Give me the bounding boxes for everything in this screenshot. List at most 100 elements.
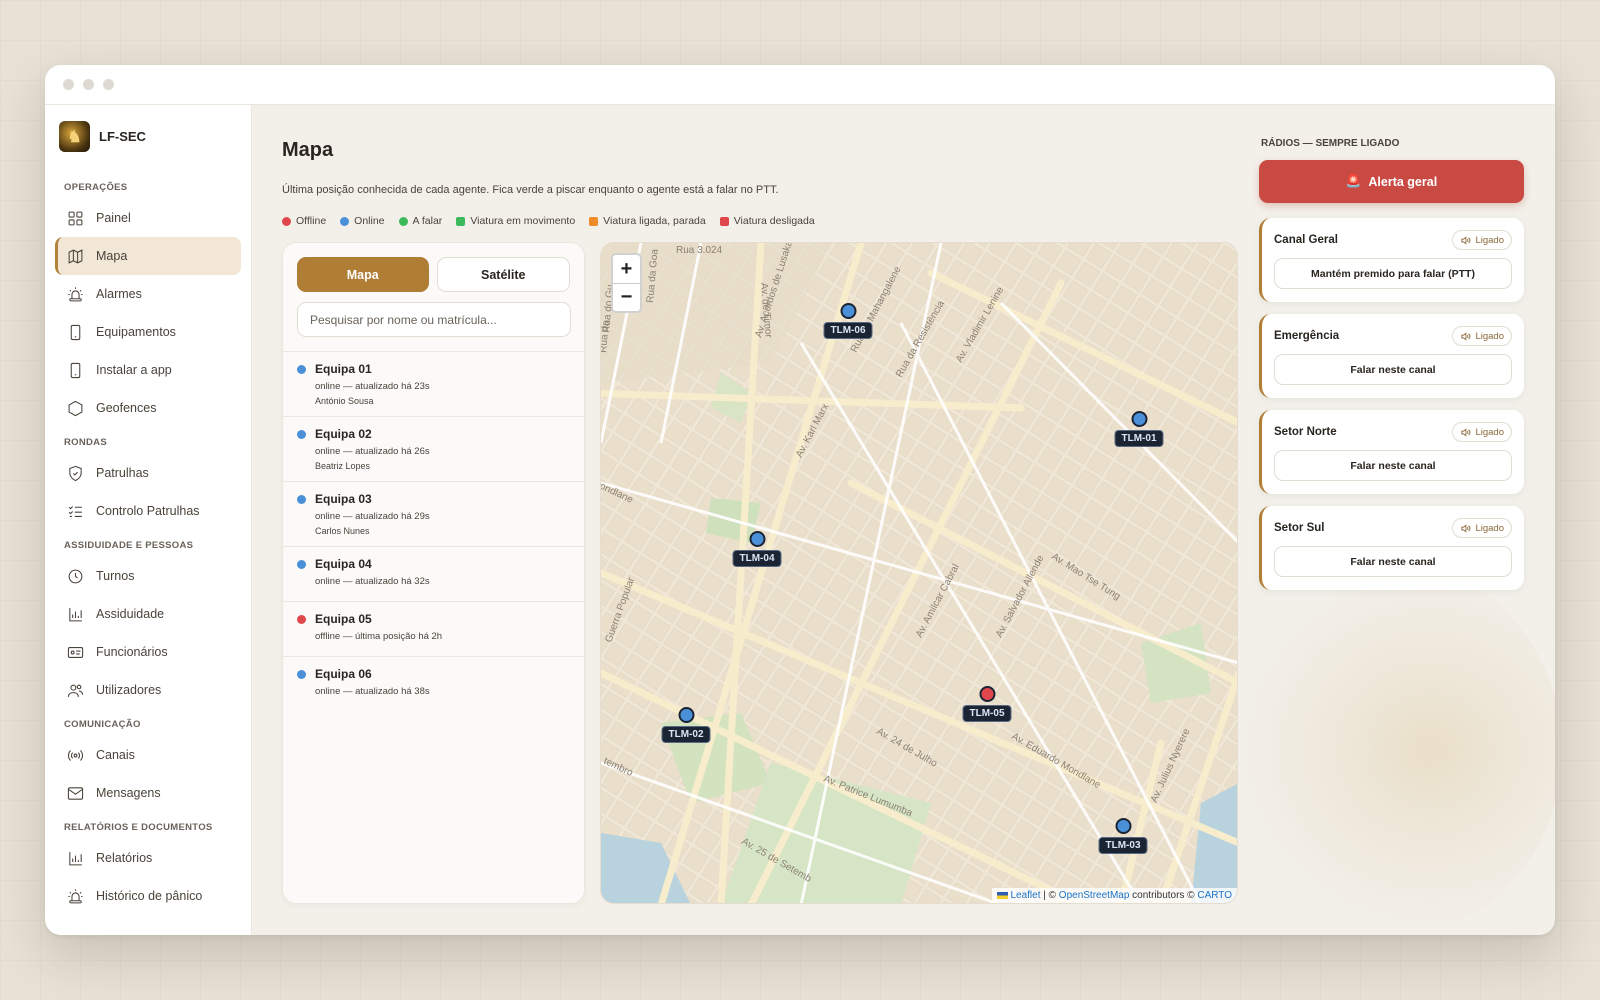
- sidebar-item-turnos[interactable]: Turnos: [55, 557, 241, 595]
- sidebar-item-patrulhas[interactable]: Patrulhas: [55, 454, 241, 492]
- channel-status-badge[interactable]: Ligado: [1452, 230, 1512, 250]
- legend-label: Viatura em movimento: [470, 215, 576, 227]
- team-list-item[interactable]: Equipa 03 online — atualizado há 29s Carlo…: [283, 481, 584, 546]
- legend-swatch: [340, 216, 350, 226]
- sidebar-item-assiduidade[interactable]: Assiduidade: [55, 595, 241, 633]
- sidebar-item-label: Mensagens: [96, 786, 161, 800]
- legend-item: Offline: [282, 215, 326, 227]
- marker-pin-icon: [979, 686, 995, 702]
- team-status: online — atualizado há 29s: [315, 511, 430, 522]
- legend-item: Online: [340, 215, 385, 227]
- mail-icon: [67, 786, 84, 800]
- talk-channel-button[interactable]: Falar neste canal: [1274, 546, 1512, 577]
- map-marker[interactable]: TLM-03: [1098, 818, 1148, 854]
- map-marker[interactable]: TLM-01: [1114, 411, 1164, 447]
- shield-icon: [69, 465, 82, 481]
- main-content: Mapa Última posição conhecida de cada ag…: [252, 105, 1555, 935]
- radio-channel-card: Emergência Ligado Falar neste canal: [1259, 314, 1524, 398]
- window-minimize-dot[interactable]: [83, 79, 94, 90]
- team-person: Beatriz Lopes: [315, 461, 371, 471]
- leaflet-link[interactable]: Leaflet: [1010, 890, 1040, 901]
- general-alert-button[interactable]: 🚨 Alerta geral: [1259, 160, 1524, 203]
- sidebar-item-label: Funcionários: [96, 645, 168, 659]
- team-list-item[interactable]: Equipa 05 offline — última posição há 2h: [283, 601, 584, 656]
- marker-pin-icon: [840, 303, 856, 319]
- marker-label: TLM-06: [823, 322, 873, 339]
- marker-pin-icon: [1131, 411, 1147, 427]
- background-emblem: [1232, 565, 1555, 935]
- sidebar-item-relatorios[interactable]: Relatórios: [55, 839, 241, 877]
- ptt-button[interactable]: Mantém premido para falar (PTT): [1274, 258, 1512, 289]
- sidebar-item-painel[interactable]: Painel: [55, 199, 241, 237]
- tab-map[interactable]: Mapa: [297, 257, 429, 292]
- sidebar-item-mapa[interactable]: Mapa: [55, 237, 241, 275]
- carto-link[interactable]: CARTO: [1197, 890, 1232, 901]
- sidebar-item-geofences[interactable]: Geofences: [55, 389, 241, 427]
- team-status: online — atualizado há 26s: [315, 446, 430, 457]
- sidebar-item-label: Geofences: [96, 401, 157, 415]
- map-marker[interactable]: TLM-02: [661, 707, 711, 743]
- osm-link[interactable]: OpenStreetMap: [1059, 890, 1130, 901]
- map-marker[interactable]: TLM-04: [732, 531, 782, 567]
- sidebar-item-controlo-patrulhas[interactable]: Controlo Patrulhas: [55, 492, 241, 530]
- team-list-item[interactable]: Equipa 02 online — atualizado há 26s Beatr…: [283, 416, 584, 481]
- status-dot: [297, 670, 306, 679]
- agent-list-panel: Mapa Satélite Equipa 01 online — atualiza…: [282, 242, 585, 904]
- legend-item: Viatura em movimento: [456, 215, 575, 227]
- checklist-icon: [68, 505, 82, 517]
- nav-section-title: RELATÓRIOS E DOCUMENTOS: [64, 822, 213, 833]
- legend-swatch: [398, 216, 408, 226]
- channel-status-badge[interactable]: Ligado: [1452, 518, 1512, 538]
- team-list-item[interactable]: Equipa 04 online — atualizado há 32s: [283, 546, 584, 601]
- general-alert-label: Alerta geral: [1368, 174, 1438, 189]
- radio-icon: [68, 749, 83, 761]
- legend-label: Online: [354, 215, 385, 227]
- window-titlebar: [45, 65, 1555, 105]
- map-marker[interactable]: TLM-06: [823, 303, 873, 339]
- clock-icon: [68, 569, 83, 583]
- talk-channel-button[interactable]: Falar neste canal: [1274, 450, 1512, 481]
- sidebar-item-equipamentos[interactable]: Equipamentos: [55, 313, 241, 351]
- sidebar-item-instalar-a-app[interactable]: Instalar a app: [55, 351, 241, 389]
- map-marker[interactable]: TLM-05: [962, 686, 1012, 722]
- phone-icon: [70, 362, 81, 378]
- legend-swatch: [589, 216, 599, 226]
- window-maximize-dot[interactable]: [103, 79, 114, 90]
- team-name: Equipa 03: [315, 492, 372, 506]
- tab-satellite[interactable]: Satélite: [436, 257, 570, 292]
- channel-status-badge[interactable]: Ligado: [1452, 422, 1512, 442]
- marker-label: TLM-04: [732, 550, 782, 567]
- page-title: Mapa: [282, 139, 334, 161]
- nav-section-title: COMUNICAÇÃO: [64, 719, 141, 730]
- marker-label: TLM-03: [1098, 837, 1148, 854]
- bar-chart-icon: [69, 851, 82, 865]
- marker-label: TLM-05: [962, 705, 1012, 722]
- team-list-item[interactable]: Equipa 06 online — atualizado há 38s: [283, 656, 584, 711]
- sidebar-item-alarmes[interactable]: Alarmes: [55, 275, 241, 313]
- speaker-icon: [1461, 235, 1471, 245]
- search-input[interactable]: [297, 302, 571, 337]
- sidebar-item-funcionarios[interactable]: Funcionários: [55, 633, 241, 671]
- marker-pin-icon: [678, 707, 694, 723]
- brand[interactable]: ♞ LF-SEC: [45, 105, 251, 172]
- sidebar-item-label: Utilizadores: [96, 683, 162, 697]
- zoom-in-button[interactable]: +: [613, 255, 640, 283]
- ukraine-flag-icon: [997, 891, 1009, 899]
- channel-status-badge[interactable]: Ligado: [1452, 326, 1512, 346]
- sidebar-item-historico-de-panico[interactable]: Histórico de pânico: [55, 877, 241, 915]
- sidebar-item-utilizadores[interactable]: Utilizadores: [55, 671, 241, 709]
- zoom-out-button[interactable]: −: [613, 283, 640, 311]
- sidebar-item-canais[interactable]: Canais: [55, 736, 241, 774]
- window-close-dot[interactable]: [63, 79, 74, 90]
- legend-item: Viatura desligada: [719, 215, 815, 227]
- phone-icon: [70, 324, 81, 340]
- talk-channel-button[interactable]: Falar neste canal: [1274, 354, 1512, 385]
- legend-swatch: [719, 216, 729, 226]
- team-name: Equipa 01: [315, 362, 372, 376]
- team-list-item[interactable]: Equipa 01 online — atualizado há 23s Antón…: [283, 351, 584, 416]
- team-name: Equipa 02: [315, 427, 372, 441]
- marker-pin-icon: [1115, 818, 1131, 834]
- sidebar-item-mensagens[interactable]: Mensagens: [55, 774, 241, 812]
- team-status: offline — última posição há 2h: [315, 631, 443, 642]
- map-view[interactable]: Rua 3.024 Av. Acordos de Lusaka Rua da Mah…: [600, 242, 1238, 904]
